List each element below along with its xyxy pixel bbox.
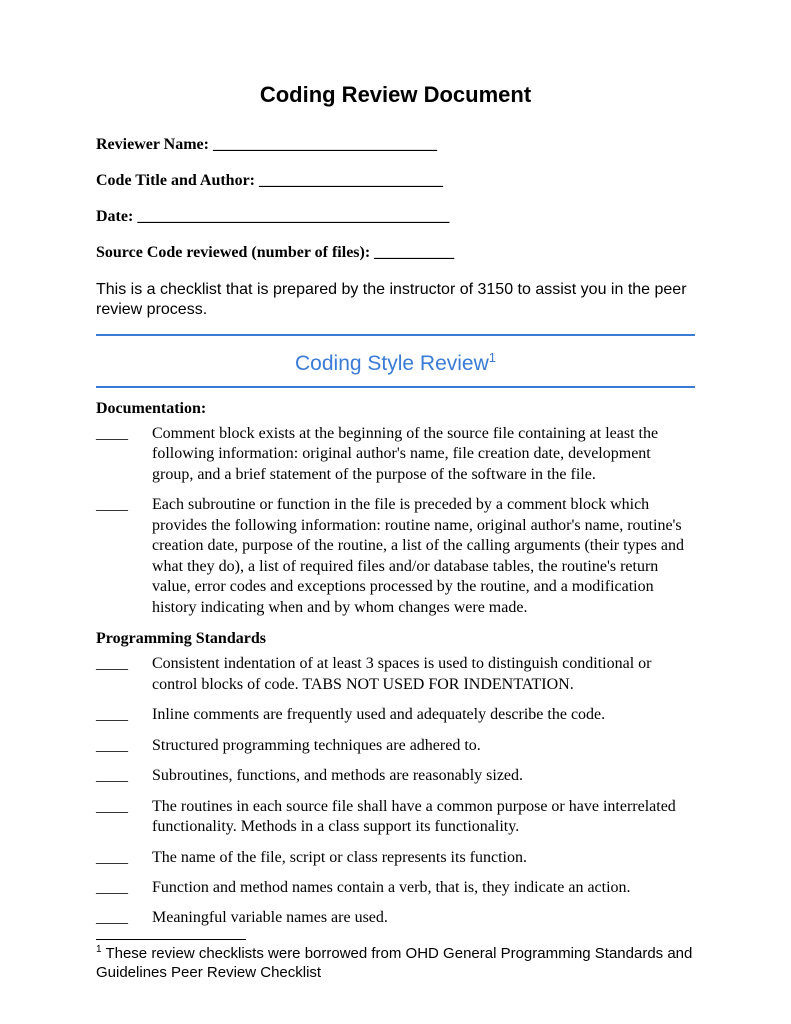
- source-code-reviewed-field: Source Code reviewed (number of files): …: [96, 244, 695, 262]
- check-text: Function and method names contain a verb…: [136, 878, 695, 898]
- page-title: Coding Review Document: [96, 82, 695, 108]
- documentation-heading: Documentation:: [96, 400, 695, 418]
- check-blank: ____: [96, 908, 136, 928]
- checklist-item: ____ Comment block exists at the beginni…: [96, 424, 695, 485]
- programming-standards-heading: Programming Standards: [96, 630, 695, 648]
- check-text: Comment block exists at the beginning of…: [136, 424, 695, 485]
- check-text: Inline comments are frequently used and …: [136, 705, 695, 725]
- reviewer-name-field: Reviewer Name: _________________________…: [96, 136, 695, 154]
- check-text: The routines in each source file shall h…: [136, 797, 695, 838]
- code-title-author-field: Code Title and Author: _________________…: [96, 172, 695, 190]
- footnote: 1 These review checklists were borrowed …: [96, 944, 695, 983]
- section-heading-sup: 1: [489, 350, 496, 365]
- check-blank: ____: [96, 705, 136, 725]
- checklist-item: ____ Subroutines, functions, and methods…: [96, 766, 695, 786]
- check-blank: ____: [96, 495, 136, 515]
- check-blank: ____: [96, 848, 136, 868]
- checklist-item: ____ Each subroutine or function in the …: [96, 495, 695, 618]
- divider-bottom: [96, 386, 695, 388]
- check-text: Subroutines, functions, and methods are …: [136, 766, 695, 786]
- date-field: Date: __________________________________…: [96, 208, 695, 226]
- checklist-item: ____ Inline comments are frequently used…: [96, 705, 695, 725]
- checklist-item: ____ Consistent indentation of at least …: [96, 654, 695, 695]
- checklist-item: ____ Meaningful variable names are used.: [96, 908, 695, 928]
- check-text: Consistent indentation of at least 3 spa…: [136, 654, 695, 695]
- section-heading-text: Coding Style Review: [295, 352, 489, 375]
- checklist-item: ____ Structured programming techniques a…: [96, 736, 695, 756]
- check-text: Each subroutine or function in the file …: [136, 495, 695, 618]
- checklist-item: ____ The routines in each source file sh…: [96, 797, 695, 838]
- footnote-text: These review checklists were borrowed fr…: [96, 945, 692, 981]
- check-text: Structured programming techniques are ad…: [136, 736, 695, 756]
- check-blank: ____: [96, 797, 136, 817]
- document-page: Coding Review Document Reviewer Name: __…: [0, 0, 791, 1024]
- check-blank: ____: [96, 766, 136, 786]
- check-blank: ____: [96, 654, 136, 674]
- check-blank: ____: [96, 878, 136, 898]
- check-blank: ____: [96, 736, 136, 756]
- intro-paragraph: This is a checklist that is prepared by …: [96, 280, 695, 320]
- checklist-item: ____ The name of the file, script or cla…: [96, 848, 695, 868]
- check-text: Meaningful variable names are used.: [136, 908, 695, 928]
- check-blank: ____: [96, 424, 136, 444]
- check-text: The name of the file, script or class re…: [136, 848, 695, 868]
- footnote-rule: [96, 939, 246, 940]
- checklist-item: ____ Function and method names contain a…: [96, 878, 695, 898]
- section-heading: Coding Style Review1: [96, 336, 695, 386]
